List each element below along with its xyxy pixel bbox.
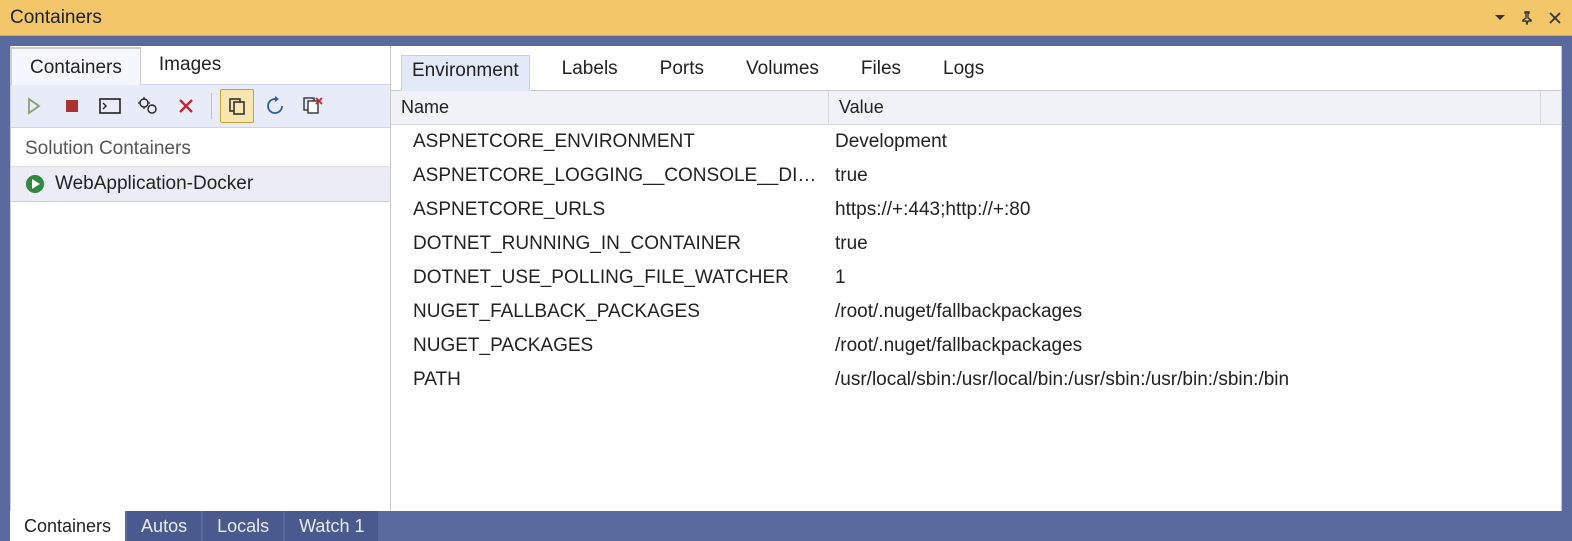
bottom-tab-locals[interactable]: Locals <box>203 511 283 541</box>
cell-value: /usr/local/sbin:/usr/local/bin:/usr/sbin… <box>829 367 1561 393</box>
prune-button[interactable] <box>296 89 330 123</box>
column-header-value[interactable]: Value <box>829 91 1541 124</box>
table-row[interactable]: DOTNET_RUNNING_IN_CONTAINER true <box>391 227 1561 261</box>
bottom-tab-label: Locals <box>217 516 269 537</box>
bottom-tab-watch1[interactable]: Watch 1 <box>285 511 378 541</box>
grid-body: ASPNETCORE_ENVIRONMENT Development ASPNE… <box>391 125 1561 511</box>
close-icon[interactable] <box>1548 11 1562 25</box>
pin-icon[interactable] <box>1520 11 1534 25</box>
tab-volumes[interactable]: Volumes <box>736 54 829 90</box>
cell-name: ASPNETCORE_ENVIRONMENT <box>391 129 829 155</box>
tab-logs[interactable]: Logs <box>933 54 994 90</box>
cell-value: /root/.nuget/fallbackpackages <box>829 299 1561 325</box>
bottom-tab-label: Watch 1 <box>299 516 364 537</box>
column-header-name[interactable]: Name <box>391 91 829 124</box>
grid-header: Name Value <box>391 91 1561 125</box>
refresh-button[interactable] <box>258 89 292 123</box>
table-row[interactable]: NUGET_PACKAGES /root/.nuget/fallbackpack… <box>391 329 1561 363</box>
left-tab-label: Images <box>159 54 221 75</box>
table-row[interactable]: NUGET_FALLBACK_PACKAGES /root/.nuget/fal… <box>391 295 1561 329</box>
container-item[interactable]: WebApplication-Docker <box>11 167 390 202</box>
left-tab-label: Containers <box>30 57 122 78</box>
table-row[interactable]: ASPNETCORE_ENVIRONMENT Development <box>391 125 1561 159</box>
left-tabs: Containers Images <box>11 46 390 84</box>
tab-labels[interactable]: Labels <box>552 54 628 90</box>
copy-button[interactable] <box>220 89 254 123</box>
start-button[interactable] <box>17 89 51 123</box>
container-item-label: WebApplication-Docker <box>55 173 253 195</box>
cell-name: DOTNET_RUNNING_IN_CONTAINER <box>391 231 829 257</box>
left-tab-images[interactable]: Images <box>141 46 239 84</box>
detail-tabs: Environment Labels Ports Volumes Files L… <box>391 46 1561 91</box>
cell-name: DOTNET_USE_POLLING_FILE_WATCHER <box>391 265 829 291</box>
cell-value: https://+:443;http://+:80 <box>829 197 1561 223</box>
cell-name: NUGET_PACKAGES <box>391 333 829 359</box>
terminal-button[interactable] <box>93 89 127 123</box>
window-menu-dropdown-icon[interactable] <box>1494 12 1506 24</box>
bottom-tab-label: Containers <box>24 516 111 537</box>
cell-value: /root/.nuget/fallbackpackages <box>829 333 1561 359</box>
cell-value: true <box>829 163 1561 189</box>
tab-environment[interactable]: Environment <box>401 55 530 91</box>
right-column: Environment Labels Ports Volumes Files L… <box>391 46 1561 511</box>
remove-button[interactable] <box>169 89 203 123</box>
window-title: Containers <box>10 7 102 29</box>
bottom-tab-autos[interactable]: Autos <box>127 511 201 541</box>
detail-tab-label: Logs <box>943 58 984 79</box>
stop-button[interactable] <box>55 89 89 123</box>
panel-body: Containers Images <box>10 46 1562 511</box>
table-row[interactable]: ASPNETCORE_URLS https://+:443;http://+:8… <box>391 193 1561 227</box>
detail-tab-label: Files <box>861 58 901 79</box>
bottom-tab-label: Autos <box>141 516 187 537</box>
cell-value: Development <box>829 129 1561 155</box>
detail-tab-label: Volumes <box>746 58 819 79</box>
cell-name: NUGET_FALLBACK_PACKAGES <box>391 299 829 325</box>
left-column: Containers Images <box>11 46 391 511</box>
left-tab-containers[interactable]: Containers <box>11 47 141 85</box>
cell-name: ASPNETCORE_URLS <box>391 197 829 223</box>
table-row[interactable]: DOTNET_USE_POLLING_FILE_WATCHER 1 <box>391 261 1561 295</box>
titlebar: Containers <box>0 0 1572 36</box>
detail-tab-label: Environment <box>412 60 519 81</box>
tab-ports[interactable]: Ports <box>650 54 714 90</box>
table-row[interactable]: ASPNETCORE_LOGGING__CONSOLE__DISABLECOLO… <box>391 159 1561 193</box>
cell-name: ASPNETCORE_LOGGING__CONSOLE__DISABLECOLO… <box>391 163 829 189</box>
toolbar-separator <box>211 93 212 119</box>
cell-value: true <box>829 231 1561 257</box>
detail-tab-label: Ports <box>660 58 704 79</box>
cell-name: PATH <box>391 367 829 393</box>
detail-tab-label: Labels <box>562 58 618 79</box>
settings-button[interactable] <box>131 89 165 123</box>
cell-value: 1 <box>829 265 1561 291</box>
bottom-tab-containers[interactable]: Containers <box>10 511 125 541</box>
table-row[interactable]: PATH /usr/local/sbin:/usr/local/bin:/usr… <box>391 363 1561 397</box>
tab-files[interactable]: Files <box>851 54 911 90</box>
bottom-dock-tabs: Containers Autos Locals Watch 1 <box>0 511 1572 541</box>
section-label: Solution Containers <box>11 128 390 167</box>
column-header-scroll <box>1541 91 1561 124</box>
running-icon <box>25 174 45 194</box>
toolbar <box>11 84 390 128</box>
